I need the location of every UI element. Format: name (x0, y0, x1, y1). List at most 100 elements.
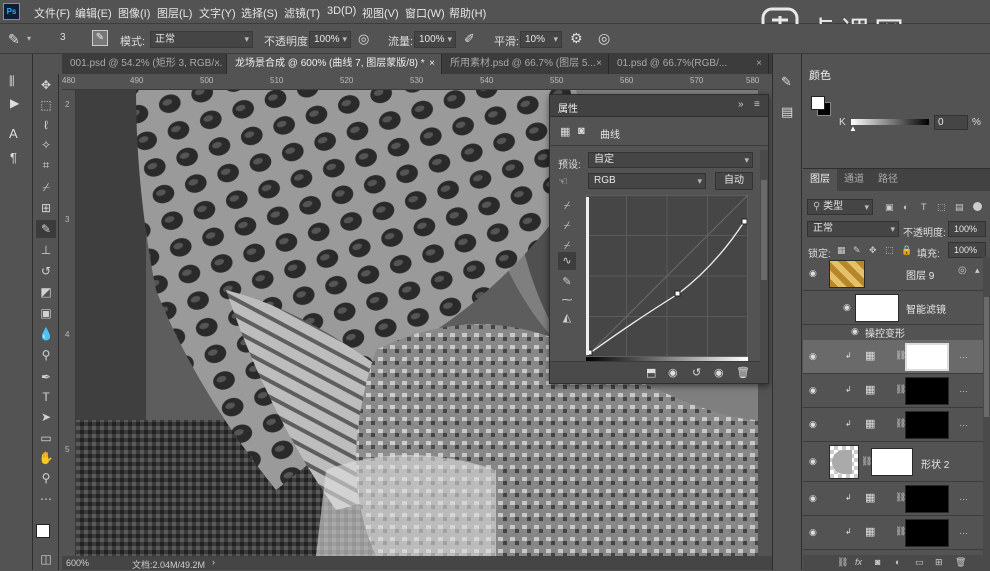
quick-mask-icon[interactable]: ◫ (36, 550, 56, 568)
menu-file[interactable]: 文件(F) (34, 5, 70, 21)
layer-row[interactable]: ◉ 图层 9 ◎ ▴ (803, 257, 983, 291)
eye-icon[interactable]: ◉ (851, 326, 859, 337)
brush-settings-icon[interactable]: ✎ (92, 30, 108, 46)
lock-transparent-icon[interactable]: ▦ (837, 245, 846, 256)
more-icon[interactable]: … (959, 526, 968, 536)
brush-tool-icon[interactable]: ✎ (8, 31, 20, 48)
foreground-color-swatch[interactable] (36, 524, 50, 538)
layer-filter-select[interactable]: ⚲ 类型 ▾ (807, 199, 873, 215)
tab-paths[interactable]: 路径 (871, 169, 905, 191)
menu-filter[interactable]: 滤镜(T) (284, 5, 320, 21)
tab-materials[interactable]: 所用素材.psd @ 66.7% (图层 5... × (442, 54, 609, 74)
airbrush-icon[interactable]: ✐ (464, 31, 475, 47)
opacity-field[interactable]: 100% ▾ (309, 31, 351, 48)
brush-size-value[interactable]: 3 (60, 32, 66, 43)
eye-icon[interactable]: ◉ (809, 419, 821, 429)
mode-select[interactable]: 正常 ▾ (150, 31, 253, 48)
filter-pixel-icon[interactable]: ▣ (885, 202, 894, 213)
preset-select[interactable]: 自定 ▾ (588, 152, 753, 168)
more-tools-icon[interactable]: ⋯ (36, 490, 56, 508)
close-icon[interactable]: × (756, 54, 762, 74)
visibility-icon[interactable]: ◉ (714, 366, 724, 379)
more-icon[interactable]: … (959, 350, 968, 360)
filter-type-icon[interactable]: T (921, 202, 927, 212)
eye-icon[interactable]: ◉ (809, 268, 821, 278)
pen-tool-icon[interactable]: ✒ (36, 368, 56, 386)
smooth-field[interactable]: 10% ▾ (520, 31, 562, 48)
menu-type[interactable]: 文字(Y) (199, 5, 236, 21)
menu-view[interactable]: 视图(V) (362, 5, 399, 21)
tab-layers[interactable]: 图层 (803, 169, 837, 191)
layer-row[interactable]: ◉ ↲ ▦ ⛓ … (803, 374, 983, 408)
more-icon[interactable]: … (959, 492, 968, 502)
panel-menu-icon[interactable]: ≡ (754, 99, 760, 110)
clone-stamp-icon[interactable]: ⊥ (36, 241, 56, 259)
layer-row[interactable]: ◉ ↲ ▦ ⛓ … (803, 482, 983, 516)
menu-window[interactable]: 窗口(W) (405, 5, 445, 21)
layer-opacity-field[interactable]: 100% (948, 221, 986, 237)
lock-position-icon[interactable]: ✥ (869, 245, 877, 256)
brush-tool-icon[interactable]: ✎ (36, 220, 56, 238)
more-icon[interactable]: … (959, 418, 968, 428)
filter-smart-icon[interactable]: ▤ (955, 202, 964, 213)
target-adjust-icon[interactable]: ☜ (558, 175, 568, 188)
eyedropper-gray-icon[interactable]: ⌿ (558, 217, 576, 235)
history-icon[interactable]: ⫼ (9, 74, 15, 89)
eyedropper-tool-icon[interactable]: ⌿ (36, 178, 56, 196)
play-icon[interactable]: ▶ (10, 96, 19, 110)
pressure-size-icon[interactable]: ◎ (598, 30, 610, 47)
menu-3d[interactable]: 3D(D) (327, 5, 356, 17)
blur-tool-icon[interactable]: 💧 (36, 325, 56, 343)
pencil-curve-icon[interactable]: ✎ (558, 273, 576, 291)
trash-icon[interactable]: 🗑 (736, 366, 750, 379)
close-icon[interactable]: × (214, 54, 220, 74)
link-layers-icon[interactable]: ⛓ (837, 557, 848, 568)
add-mask-icon[interactable]: ◙ (875, 557, 880, 567)
tab-01[interactable]: 01.psd @ 66.7%(RGB/... × (609, 54, 769, 74)
chevron-right-icon[interactable]: › (212, 557, 215, 567)
layer-row[interactable]: ◉ 智能滤镜 (803, 291, 983, 325)
chevron-up-icon[interactable]: ▴ (975, 265, 980, 276)
zoom-level[interactable]: 600% (66, 558, 89, 568)
clipping-warning-icon[interactable]: ◭ (558, 309, 576, 327)
eye-icon[interactable]: ◉ (809, 456, 821, 466)
layer-row[interactable]: ◉ ↲ ▦ ⛓ … (803, 340, 983, 374)
healing-brush-icon[interactable]: ⊞ (36, 199, 56, 217)
collapse-icon[interactable]: » (738, 99, 744, 110)
quick-select-icon[interactable]: ✧ (36, 136, 56, 154)
character-icon[interactable]: A (9, 126, 18, 141)
trash-icon[interactable]: 🗑 (955, 557, 966, 568)
blend-mode-select[interactable]: 正常 ▾ (807, 221, 899, 237)
eye-icon[interactable]: ◉ (809, 351, 821, 361)
layer-row[interactable]: ◉ ↲ ▦ ⛓ … (803, 516, 983, 550)
k-slider[interactable] (851, 119, 929, 125)
filter-shape-icon[interactable]: ⬚ (937, 202, 946, 213)
zoom-tool-icon[interactable]: ⚲ (36, 469, 56, 487)
menu-edit[interactable]: 编辑(E) (75, 5, 112, 21)
k-value-field[interactable]: 0 (934, 115, 968, 130)
rectangle-tool-icon[interactable]: ▭ (36, 429, 56, 447)
close-icon[interactable]: × (596, 54, 602, 74)
auto-button[interactable]: 自动 (715, 172, 753, 190)
more-icon[interactable]: … (959, 384, 968, 394)
paragraph-icon[interactable]: ¶ (10, 150, 17, 165)
foreground-color-swatch[interactable] (811, 96, 825, 110)
lock-artboard-icon[interactable]: ⬚ (885, 245, 894, 256)
layers-scrollbar[interactable] (983, 257, 990, 557)
close-icon[interactable]: × (429, 54, 435, 74)
layer-row[interactable]: ◉ ⛓ 形状 2 (803, 442, 983, 482)
panel-scrollbar[interactable] (760, 150, 768, 380)
fx-icon[interactable]: fx (855, 557, 862, 567)
path-select-icon[interactable]: ➤ (36, 408, 56, 426)
curves-graph[interactable] (586, 195, 748, 357)
tab-001[interactable]: 001.psd @ 54.2% (矩形 3, RGB/... × (62, 54, 227, 74)
layer-row[interactable]: ◉ ↲ ▦ ⛓ … (803, 408, 983, 442)
type-tool-icon[interactable]: T (36, 388, 56, 406)
dodge-tool-icon[interactable]: ⚲ (36, 346, 56, 364)
properties-icon[interactable]: ▤ (781, 104, 793, 120)
pressure-opacity-icon[interactable]: ◎ (358, 31, 369, 47)
tab-dragon-scene[interactable]: 龙场景合成 @ 600% (曲线 7, 图层蒙版/8) * × (227, 54, 442, 74)
menu-layer[interactable]: 图层(L) (157, 5, 192, 21)
clip-to-layer-icon[interactable]: ⬒ (646, 366, 656, 379)
eraser-tool-icon[interactable]: ◩ (36, 283, 56, 301)
